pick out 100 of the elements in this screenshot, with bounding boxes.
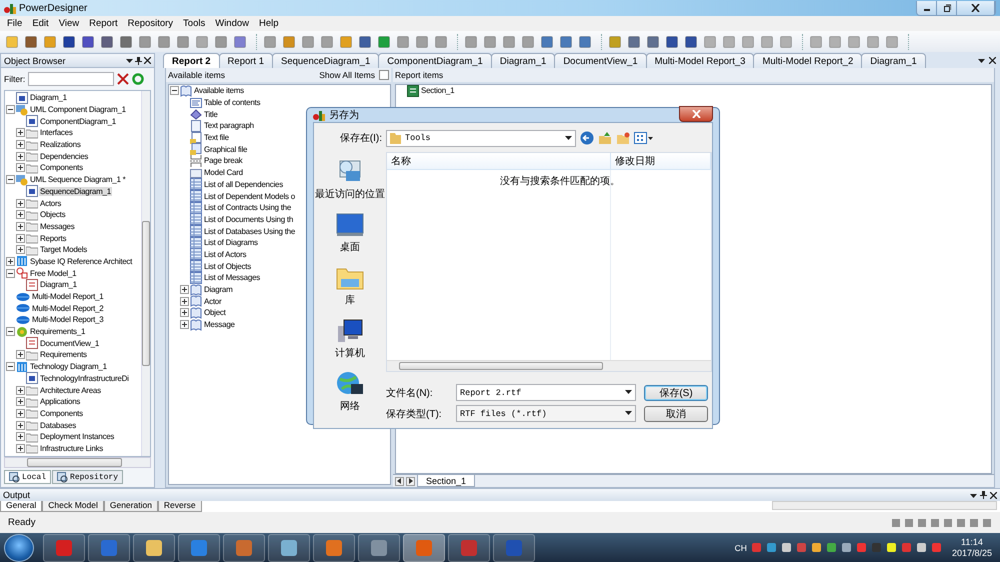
tree-item[interactable]: Multi-Model Report_1	[31, 292, 104, 302]
cancel-button[interactable]: 取消	[644, 406, 708, 422]
toolbar-icon[interactable]	[665, 34, 679, 48]
toolbar-icon[interactable]	[24, 34, 38, 48]
taskbar-button[interactable]	[358, 534, 400, 562]
tree-item[interactable]: Sybase IQ Reference Architect	[29, 256, 134, 266]
expand-toggle[interactable]	[180, 296, 189, 306]
tree-item[interactable]: Target Models	[39, 245, 88, 254]
tree-item[interactable]: Requirements	[39, 350, 88, 360]
document-tab[interactable]: Multi-Model Report_2	[753, 53, 862, 68]
tree-item[interactable]: Messages	[39, 222, 76, 231]
input-indicator[interactable]: CH	[734, 542, 747, 552]
taskbar-button[interactable]	[313, 534, 355, 562]
scrollbar[interactable]	[141, 91, 150, 456]
toolbar-icon[interactable]	[377, 34, 391, 48]
toolbar-icon[interactable]	[358, 34, 372, 48]
document-tab[interactable]: ComponentDiagram_1	[378, 53, 492, 68]
tree-item[interactable]: Objects	[39, 210, 66, 220]
place-item[interactable]: 网络	[334, 370, 366, 414]
start-button[interactable]	[4, 534, 34, 562]
tree-item[interactable]: Multi-Model Report_3	[31, 315, 104, 324]
tree-item[interactable]: Realizations	[39, 140, 82, 150]
tree-item[interactable]: Text paragraph	[203, 121, 255, 130]
menu-item[interactable]: Edit	[27, 18, 54, 29]
tree-item[interactable]: Table of contents	[203, 98, 262, 108]
tray-icon[interactable]	[886, 542, 897, 553]
toolbar-icon[interactable]	[578, 34, 592, 48]
file-type-dropdown[interactable]: RTF files (*.rtf)	[456, 405, 636, 422]
place-item[interactable]: 最近访问的位置	[313, 156, 387, 202]
toolbar-icon[interactable]	[559, 34, 573, 48]
document-tab[interactable]: Multi-Model Report_3	[646, 53, 754, 68]
expand-toggle[interactable]	[16, 432, 25, 442]
expand-toggle[interactable]	[16, 350, 25, 360]
column-header[interactable]: 名称	[387, 153, 611, 169]
close-button[interactable]	[679, 106, 713, 122]
document-tab[interactable]: Diagram_1	[490, 53, 556, 68]
tree-item[interactable]: List of Diagrams	[203, 238, 259, 248]
tree-item[interactable]: Message	[203, 320, 236, 330]
tree-item[interactable]: List of Contracts Using the	[203, 203, 292, 212]
menu-item[interactable]: Tools	[178, 18, 210, 29]
clock[interactable]: 11:14 2017/8/25	[952, 536, 992, 558]
tree-item[interactable]: Interfaces	[39, 128, 74, 138]
expand-toggle[interactable]	[16, 397, 25, 406]
document-tab[interactable]: Diagram_1	[861, 53, 926, 68]
toolbar-icon[interactable]	[646, 34, 660, 48]
tree-item[interactable]: Components	[39, 408, 84, 418]
place-item[interactable]: 计算机	[333, 317, 367, 361]
section-tab[interactable]: Section_1	[417, 475, 476, 487]
expand-toggle[interactable]	[6, 175, 15, 184]
expand-toggle[interactable]	[16, 245, 25, 254]
taskbar-button[interactable]	[403, 534, 445, 562]
expand-toggle[interactable]	[16, 222, 25, 231]
tree-item[interactable]: List of Documents Using th	[203, 214, 294, 224]
expand-toggle[interactable]	[16, 420, 25, 430]
tray-icon[interactable]	[916, 542, 927, 553]
menu-item[interactable]: Help	[254, 18, 284, 29]
place-item[interactable]: 桌面	[334, 211, 366, 255]
expand-toggle[interactable]	[6, 256, 15, 266]
tree-item[interactable]: Free Model_1	[29, 268, 78, 278]
tree-item[interactable]: Actor	[203, 296, 222, 306]
expand-toggle[interactable]	[16, 140, 25, 150]
menu-item[interactable]: Repository	[122, 18, 178, 29]
taskbar-button[interactable]	[88, 534, 130, 562]
tree-item[interactable]: Databases	[39, 420, 77, 430]
tree-item[interactable]: Deployment Instances	[39, 432, 116, 442]
toolbar-icon[interactable]	[540, 34, 554, 48]
taskbar-button[interactable]	[493, 534, 535, 562]
toolbar-icon[interactable]	[119, 34, 133, 48]
tree-item[interactable]: Graphical file	[203, 144, 248, 154]
tree-item[interactable]: Applications	[39, 397, 82, 406]
output-tab[interactable]: Generation	[104, 501, 158, 512]
expand-toggle[interactable]	[180, 308, 189, 318]
document-tab[interactable]: Report 1	[218, 53, 273, 68]
expand-toggle[interactable]	[16, 444, 25, 453]
taskbar-button[interactable]	[43, 534, 85, 562]
tree-item[interactable]: SequenceDiagram_1	[39, 186, 112, 196]
tree-item[interactable]: Dependencies	[39, 152, 90, 161]
tree-item[interactable]: Requirements_1	[29, 327, 86, 336]
new-folder-icon[interactable]	[616, 131, 630, 145]
tree-item[interactable]: List of all Dependencies	[203, 180, 284, 189]
tray-icon[interactable]	[810, 542, 822, 553]
menu-item[interactable]: File	[2, 18, 28, 29]
menu-item[interactable]: Window	[210, 18, 254, 29]
toolbar-icon[interactable]	[684, 34, 698, 48]
tree-item[interactable]: Technology Diagram_1	[29, 362, 108, 372]
tree-item[interactable]: Diagram_1	[39, 280, 78, 290]
tree-item[interactable]: ComponentDiagram_1	[39, 116, 117, 126]
taskbar-button[interactable]	[223, 534, 265, 562]
tray-icon[interactable]	[840, 542, 852, 553]
save-button[interactable]: 保存(S)	[644, 384, 708, 400]
tree-item[interactable]: Section_1	[420, 86, 456, 96]
checkbox[interactable]	[379, 70, 389, 80]
up-folder-icon[interactable]	[598, 131, 612, 145]
place-item[interactable]: 库	[334, 264, 366, 308]
tray-icon[interactable]	[780, 542, 792, 553]
expand-toggle[interactable]	[6, 362, 15, 372]
output-tab[interactable]: Reverse	[158, 501, 202, 512]
taskbar-button[interactable]	[448, 534, 490, 562]
expand-toggle[interactable]	[16, 128, 25, 138]
taskbar-button[interactable]	[133, 534, 175, 562]
